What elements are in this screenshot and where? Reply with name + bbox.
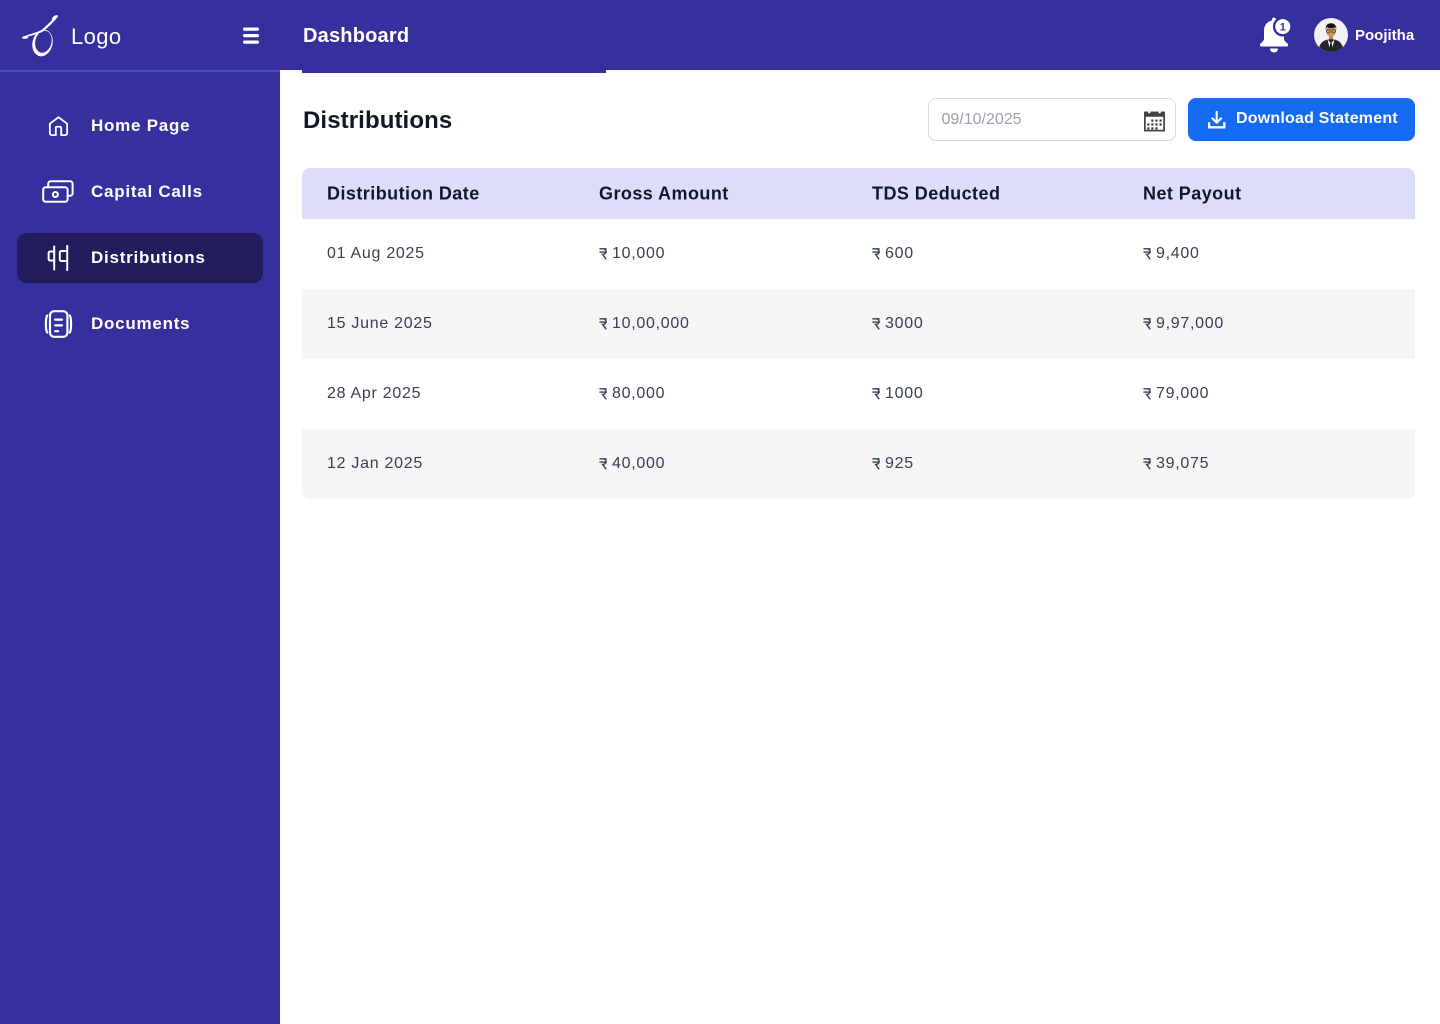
svg-text:1: 1 [1280, 21, 1286, 33]
